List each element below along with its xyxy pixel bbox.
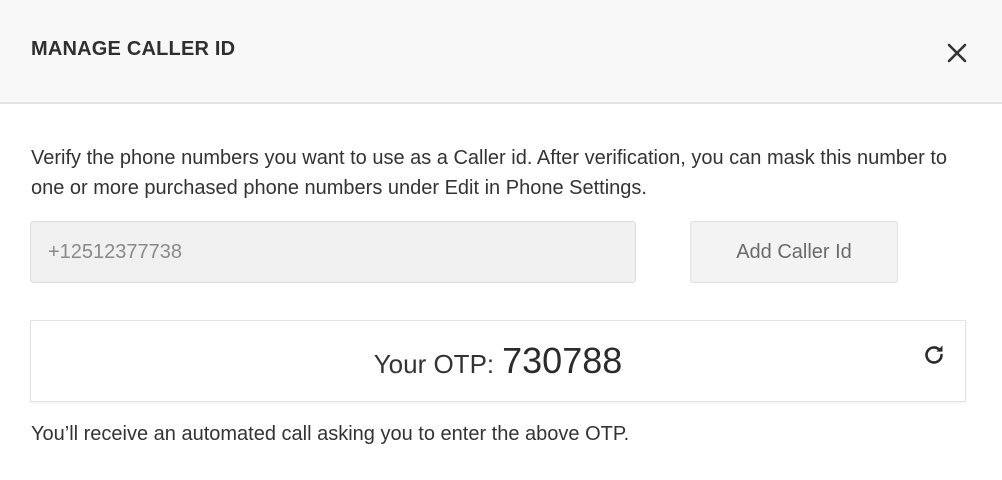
- otp-label: Your OTP:: [373, 348, 495, 379]
- close-button[interactable]: [942, 38, 972, 68]
- manage-caller-id-dialog: MANAGE CALLER ID Verify the phone number…: [0, 0, 1002, 480]
- otp-value: 730788: [502, 340, 623, 381]
- refresh-icon: [925, 345, 943, 364]
- otp-panel: Your OTP: 730788: [30, 320, 966, 402]
- phone-number-input[interactable]: [30, 221, 636, 283]
- otp-display: Your OTP: 730788: [31, 321, 965, 401]
- dialog-description: Verify the phone numbers you want to use…: [31, 147, 948, 199]
- dialog-title: MANAGE CALLER ID: [31, 38, 236, 60]
- refresh-otp-button[interactable]: [920, 341, 948, 369]
- dialog-header: MANAGE CALLER ID: [0, 0, 1002, 104]
- close-icon: [947, 43, 967, 63]
- add-caller-id-button[interactable]: Add Caller Id: [690, 221, 898, 283]
- otp-instructions: You’ll receive an automated call asking …: [31, 423, 630, 445]
